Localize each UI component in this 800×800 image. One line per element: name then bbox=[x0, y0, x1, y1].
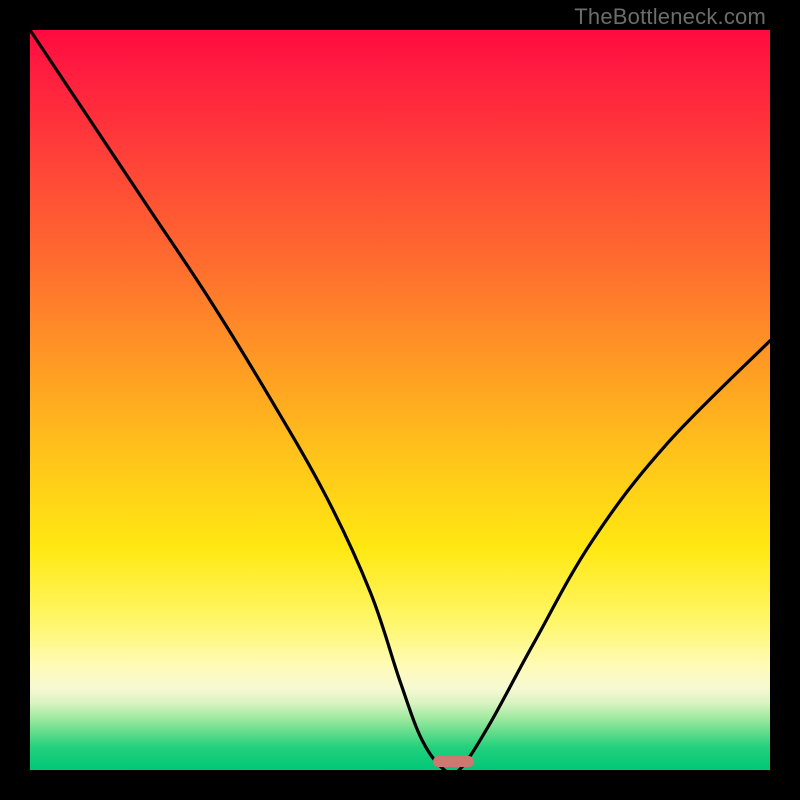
plot-area bbox=[30, 30, 770, 770]
chart-frame: TheBottleneck.com bbox=[0, 0, 800, 800]
curve-layer bbox=[30, 30, 770, 770]
bottleneck-curve bbox=[30, 30, 770, 775]
optimal-range-marker bbox=[433, 756, 474, 767]
watermark-text: TheBottleneck.com bbox=[574, 4, 766, 30]
